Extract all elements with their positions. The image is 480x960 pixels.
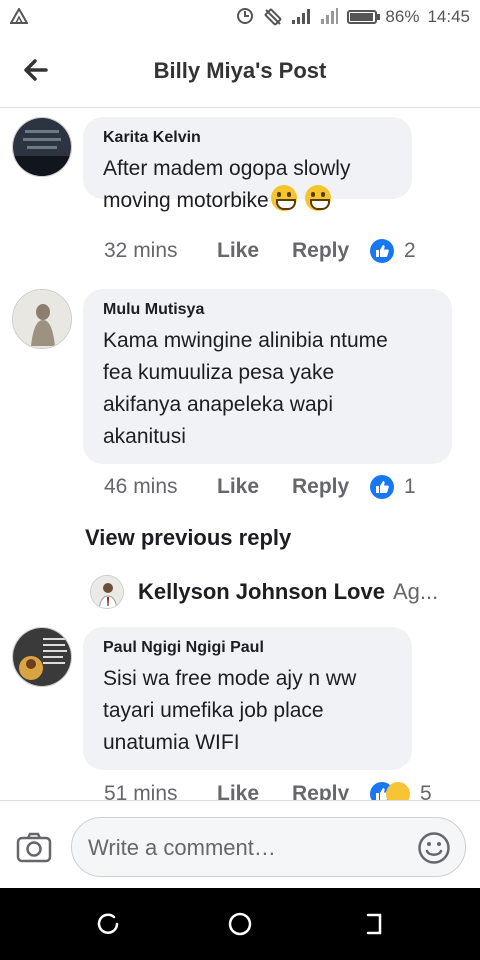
back-nav-icon[interactable] [360, 910, 388, 938]
comment-text-line: Sisi wa free mode ajy n ww [103, 667, 357, 690]
comment-meta: 46 mins Like Reply 1 [104, 475, 416, 499]
page-title: Billy Miya's Post [153, 58, 327, 83]
top-bar: Billy Miya's Post [0, 36, 480, 108]
comment-text: Kama mwingine alinibia ntume fea kumuuli… [103, 325, 432, 453]
status-bar: 86% 14:45 [0, 0, 480, 36]
reply-text: Ag... [392, 579, 439, 604]
battery-icon [347, 10, 381, 24]
home-icon[interactable] [226, 910, 254, 938]
comment-text-line: akifanya anapeleka wapi [103, 393, 333, 416]
comment-text: After madem ogopa slowly moving motorbik… [103, 153, 392, 217]
comment-text: Sisi wa free mode ajy n ww tayari umefik… [103, 663, 392, 759]
comment-text-line: akanitusi [103, 425, 186, 448]
view-previous-replies-link[interactable]: View previous reply [85, 525, 291, 551]
recent-apps-icon[interactable] [94, 910, 122, 938]
system-nav-bar [0, 888, 480, 960]
like-button[interactable]: Like [217, 239, 292, 263]
comment-author[interactable]: Mulu Mutisya [103, 301, 432, 319]
comment-text-line: After madem ogopa slowly [103, 157, 351, 180]
comment-input-placeholder: Write a comment… [88, 835, 276, 860]
emoji-picker-icon[interactable] [417, 831, 451, 865]
camera-icon[interactable] [16, 829, 52, 865]
comment-bubble[interactable]: Karita Kelvin After madem ogopa slowly m… [83, 117, 412, 212]
reaction-count[interactable]: 1 [404, 475, 416, 499]
data-saver-icon [235, 7, 255, 27]
avatar[interactable] [12, 627, 72, 687]
comment-composer: Write a comment… [0, 800, 480, 888]
comment-time: 32 mins [104, 239, 178, 262]
reply-author[interactable]: Kellyson Johnson Love [138, 579, 385, 605]
avatar[interactable] [12, 289, 72, 349]
comment-text-line: unatumia WIFI [103, 731, 240, 754]
like-button[interactable]: Like [217, 475, 292, 499]
avatar[interactable] [12, 117, 72, 177]
reply-preview[interactable]: Kellyson Johnson Love Ag... [90, 574, 438, 610]
comment-text-line: tayari umefika job place [103, 699, 324, 722]
avatar[interactable] [90, 575, 124, 609]
comment-author[interactable]: Karita Kelvin [103, 129, 392, 147]
triangle-notification-icon [9, 6, 29, 29]
vibrate-icon [263, 7, 283, 27]
comment-bubble[interactable]: Mulu Mutisya Kama mwingine alinibia ntum… [83, 289, 452, 464]
comment-text-line: Kama mwingine alinibia ntume [103, 329, 388, 352]
comment-text-line: moving motorbike [103, 189, 269, 212]
reply-button[interactable]: Reply [292, 475, 370, 499]
comment-input[interactable]: Write a comment… [71, 817, 466, 877]
comment-author[interactable]: Paul Ngigi Ngigi Paul [103, 639, 392, 657]
battery-percent: 86% [385, 7, 420, 26]
signal-icon [291, 7, 311, 27]
signal-2-icon [319, 7, 339, 27]
grinning-emoji-icon [270, 185, 297, 211]
like-reaction-icon[interactable] [370, 475, 394, 499]
reply-button[interactable]: Reply [292, 239, 370, 263]
grinning-emoji-icon [304, 185, 331, 211]
comment-bubble[interactable]: Paul Ngigi Ngigi Paul Sisi wa free mode … [83, 627, 412, 770]
clock: 14:45 [427, 7, 470, 26]
comment-text-line: fea kumuuliza pesa yake [103, 361, 335, 384]
comment-time: 46 mins [104, 475, 178, 498]
like-reaction-icon[interactable] [370, 239, 394, 263]
comment-meta: 32 mins Like Reply 2 [104, 239, 416, 263]
reaction-count[interactable]: 2 [404, 239, 416, 263]
